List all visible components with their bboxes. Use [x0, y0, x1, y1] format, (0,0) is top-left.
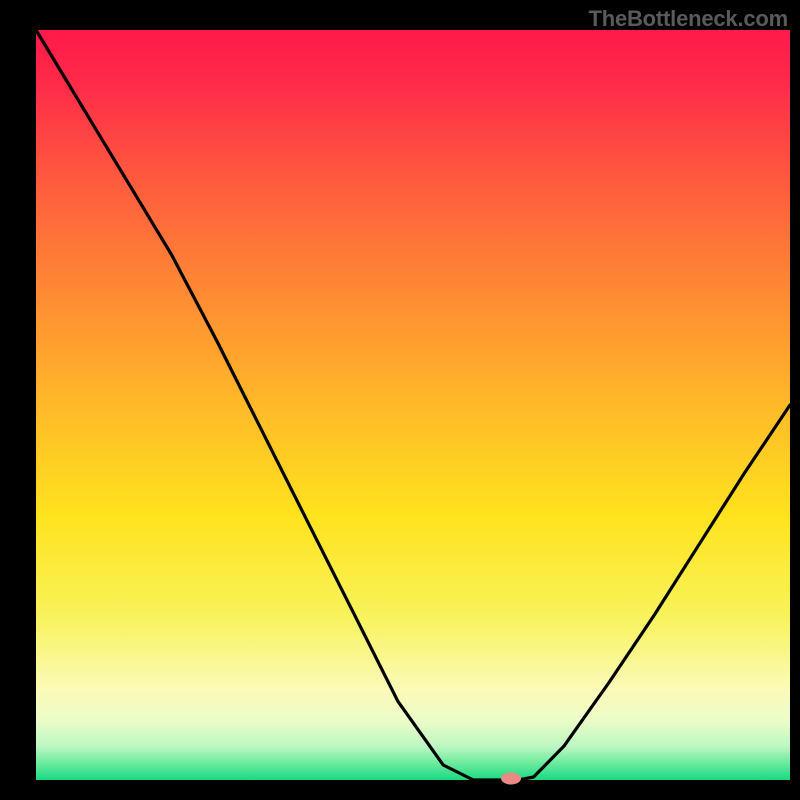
- watermark-text: TheBottleneck.com: [588, 6, 788, 32]
- optimum-marker: [501, 773, 521, 785]
- chart-frame: TheBottleneck.com: [0, 0, 800, 800]
- gradient-background: [36, 30, 790, 780]
- bottleneck-chart: [0, 0, 800, 800]
